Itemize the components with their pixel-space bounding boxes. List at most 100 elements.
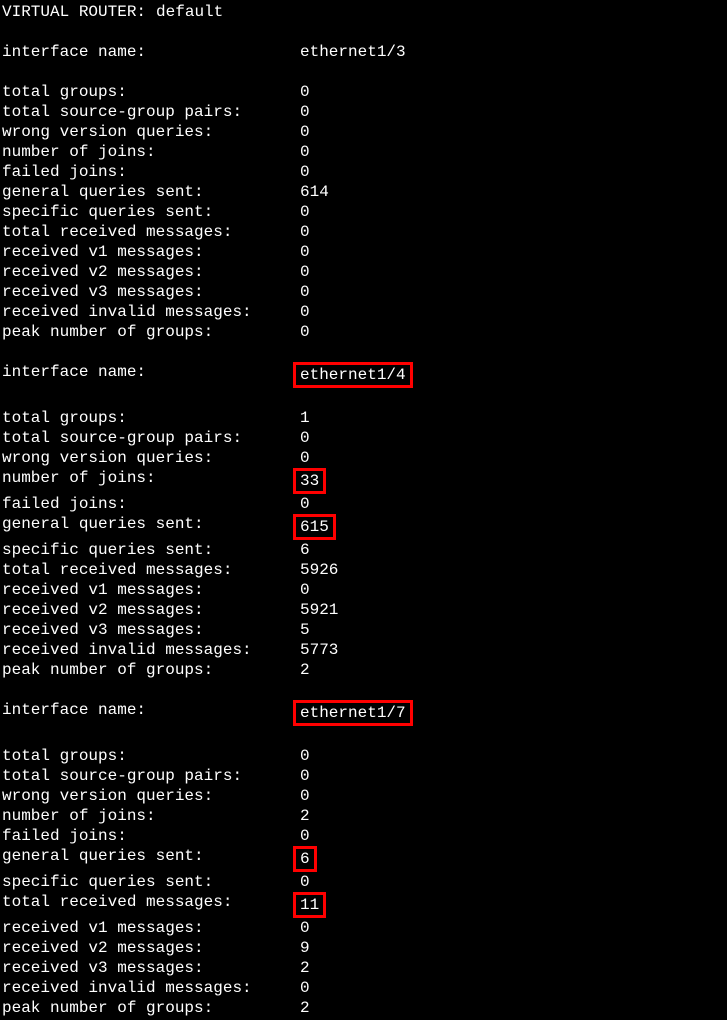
stat-label: total groups: — [2, 82, 300, 102]
stat-row: general queries sent:615 — [2, 514, 725, 540]
stat-row: received v3 messages:5 — [2, 620, 725, 640]
stat-label: received invalid messages: — [2, 640, 300, 660]
stat-row: received invalid messages:0 — [2, 302, 725, 322]
stat-value: 6 — [300, 540, 310, 560]
stat-row: specific queries sent:0 — [2, 202, 725, 222]
blank-line — [2, 680, 725, 700]
stat-label: total source-group pairs: — [2, 102, 300, 122]
blank-line — [2, 388, 725, 408]
stat-label: peak number of groups: — [2, 322, 300, 342]
stat-row: total groups:1 — [2, 408, 725, 428]
stat-value: 0 — [300, 494, 310, 514]
stat-value: 0 — [300, 262, 310, 282]
stat-row: received v1 messages:0 — [2, 242, 725, 262]
stat-value: 0 — [300, 322, 310, 342]
stat-row: total source-group pairs:0 — [2, 102, 725, 122]
interface-name-label: interface name: — [2, 362, 300, 388]
stat-value: 0 — [300, 82, 310, 102]
stat-row: peak number of groups:2 — [2, 998, 725, 1018]
interface-name-value: ethernet1/3 — [300, 42, 406, 62]
stat-value: 0 — [300, 302, 310, 322]
stat-value: 0 — [300, 428, 310, 448]
stat-row: number of joins:0 — [2, 142, 725, 162]
stat-value: 0 — [300, 222, 310, 242]
stat-row: received v2 messages:9 — [2, 938, 725, 958]
stat-value: 2 — [300, 998, 310, 1018]
stat-value: 5 — [300, 620, 310, 640]
stat-label: received v2 messages: — [2, 262, 300, 282]
stat-label: received v1 messages: — [2, 580, 300, 600]
stat-row: wrong version queries:0 — [2, 448, 725, 468]
stat-row: wrong version queries:0 — [2, 786, 725, 806]
blank-line — [2, 342, 725, 362]
stat-label: total received messages: — [2, 222, 300, 242]
stat-label: received v1 messages: — [2, 918, 300, 938]
stat-label: received v3 messages: — [2, 282, 300, 302]
stat-label: number of joins: — [2, 468, 300, 494]
stat-label: failed joins: — [2, 162, 300, 182]
blank-line — [2, 22, 725, 42]
stat-value: 0 — [300, 122, 310, 142]
stat-value: 6 — [293, 846, 317, 872]
interface-name-label: interface name: — [2, 700, 300, 726]
stat-value: 5926 — [300, 560, 338, 580]
stat-value: 33 — [293, 468, 326, 494]
stat-value: 0 — [300, 580, 310, 600]
stat-label: received v2 messages: — [2, 600, 300, 620]
stat-value: 5773 — [300, 640, 338, 660]
stat-value: 2 — [300, 806, 310, 826]
blank-line — [2, 726, 725, 746]
stat-label: total received messages: — [2, 892, 300, 918]
stat-label: received v3 messages: — [2, 620, 300, 640]
stat-row: peak number of groups:0 — [2, 322, 725, 342]
stat-row: specific queries sent:0 — [2, 872, 725, 892]
stat-value: 0 — [300, 918, 310, 938]
interface-name-value: ethernet1/4 — [293, 362, 413, 388]
stat-row: total source-group pairs:0 — [2, 766, 725, 786]
stat-label: total source-group pairs: — [2, 766, 300, 786]
stat-label: failed joins: — [2, 826, 300, 846]
stat-row: received v3 messages:0 — [2, 282, 725, 302]
interface-name-row: interface name:ethernet1/7 — [2, 700, 725, 726]
stat-row: number of joins:2 — [2, 806, 725, 826]
stat-row: failed joins:0 — [2, 826, 725, 846]
stat-label: received v1 messages: — [2, 242, 300, 262]
stat-value: 0 — [300, 746, 310, 766]
stat-row: number of joins:33 — [2, 468, 725, 494]
stat-row: general queries sent:6 — [2, 846, 725, 872]
stat-row: received v1 messages:0 — [2, 918, 725, 938]
stat-row: total received messages:0 — [2, 222, 725, 242]
stat-label: peak number of groups: — [2, 998, 300, 1018]
stat-value: 9 — [300, 938, 310, 958]
stat-label: specific queries sent: — [2, 202, 300, 222]
stat-label: wrong version queries: — [2, 122, 300, 142]
virtual-router-header: VIRTUAL ROUTER: default — [2, 2, 725, 22]
stat-value: 2 — [300, 958, 310, 978]
interface-name-value: ethernet1/7 — [293, 700, 413, 726]
stat-label: total groups: — [2, 408, 300, 428]
stat-value: 615 — [293, 514, 336, 540]
stat-value: 0 — [300, 448, 310, 468]
interface-name-row: interface name:ethernet1/3 — [2, 42, 725, 62]
stat-row: failed joins:0 — [2, 494, 725, 514]
stat-label: general queries sent: — [2, 514, 300, 540]
stat-row: specific queries sent:6 — [2, 540, 725, 560]
stat-row: total received messages:5926 — [2, 560, 725, 580]
stat-value: 0 — [300, 102, 310, 122]
stat-value: 0 — [300, 162, 310, 182]
interface-name-label: interface name: — [2, 42, 300, 62]
stat-value: 1 — [300, 408, 310, 428]
stat-label: number of joins: — [2, 142, 300, 162]
stat-label: peak number of groups: — [2, 660, 300, 680]
stat-row: received invalid messages:5773 — [2, 640, 725, 660]
stat-value: 0 — [300, 826, 310, 846]
stat-label: failed joins: — [2, 494, 300, 514]
stat-value: 5921 — [300, 600, 338, 620]
stat-label: received invalid messages: — [2, 302, 300, 322]
stat-label: wrong version queries: — [2, 786, 300, 806]
virtual-router-label: VIRTUAL ROUTER: — [2, 2, 156, 22]
stat-label: general queries sent: — [2, 182, 300, 202]
stat-label: number of joins: — [2, 806, 300, 826]
stat-value: 0 — [300, 872, 310, 892]
stat-row: total groups:0 — [2, 746, 725, 766]
